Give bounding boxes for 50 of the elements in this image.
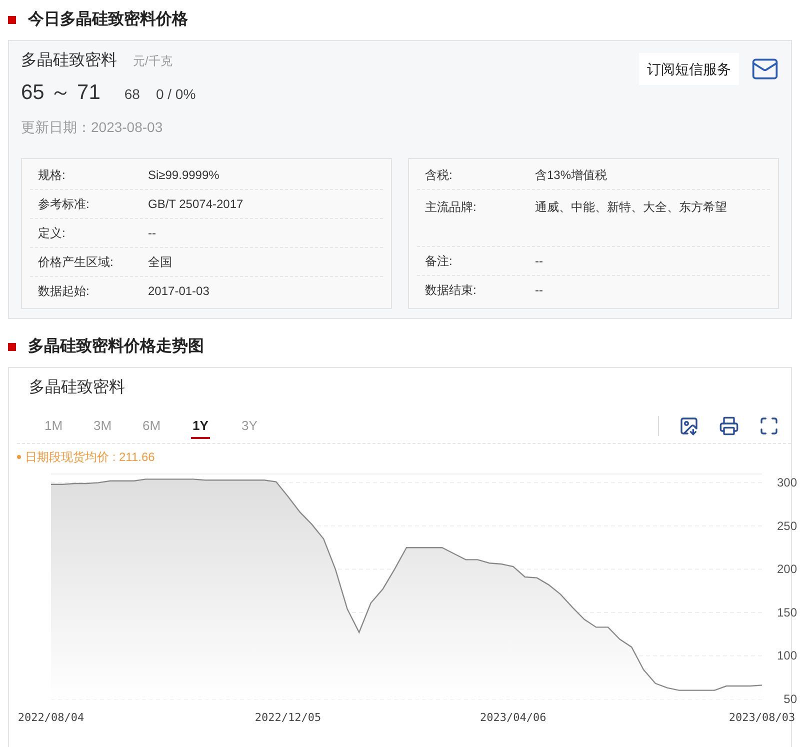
- x-tick-label: 2022/12/05: [254, 711, 322, 724]
- bullet-icon: [17, 455, 21, 459]
- update-date: 更新日期：2023-08-03: [21, 118, 164, 136]
- average-note: 日期段现货均价 : 211.66: [25, 449, 155, 466]
- range-tab[interactable]: 1M: [29, 410, 78, 442]
- range-tab[interactable]: 6M: [127, 410, 176, 442]
- product-name: 多晶硅致密料: [21, 50, 117, 71]
- price-change: 0 / 0%: [156, 85, 196, 104]
- subscribe-button[interactable]: 订阅短信服务: [639, 53, 739, 85]
- average-price: 68: [124, 85, 140, 104]
- print-icon[interactable]: [719, 416, 739, 436]
- range-tab[interactable]: 1Y: [176, 410, 225, 442]
- y-tick-label: 200: [776, 562, 797, 576]
- price-range: 65 ～ 71: [21, 80, 100, 106]
- spec-value: Si≥99.9999%: [148, 166, 220, 184]
- spec-value: 含13%增值税: [535, 166, 608, 184]
- fullscreen-icon[interactable]: [759, 416, 779, 436]
- y-tick-label: 250: [776, 518, 797, 533]
- spec-value: --: [535, 282, 543, 299]
- spec-label: 价格产生区域:: [38, 254, 114, 270]
- chart-title: 多晶硅致密料: [29, 379, 125, 396]
- spec-label: 备注:: [425, 252, 454, 270]
- section-heading: 今日多晶硅致密料价格: [28, 9, 188, 30]
- spec-value: GB/T 25074-2017: [148, 196, 244, 212]
- x-tick-label: 2023/08/03: [728, 711, 796, 724]
- spec-value: 全国: [148, 254, 172, 270]
- x-tick-label: 2023/04/06: [480, 711, 546, 724]
- y-tick-label: 300: [776, 476, 797, 490]
- download-image-icon[interactable]: [679, 416, 699, 436]
- range-tab[interactable]: 3Y: [225, 410, 274, 442]
- heading-marker: [8, 343, 16, 351]
- spec-label: 数据起始:: [38, 283, 90, 300]
- spec-value: 2017-01-03: [148, 283, 210, 300]
- y-tick-label: 150: [776, 605, 797, 620]
- spec-label: 含税:: [425, 166, 454, 184]
- spec-value: --: [148, 224, 156, 242]
- spec-value: 通威、中能、新特、大全、东方希望: [535, 198, 727, 216]
- spec-value: --: [535, 252, 543, 270]
- spec-label: 规格:: [38, 166, 66, 184]
- spec-label: 定义:: [38, 224, 66, 242]
- heading-marker: [8, 16, 16, 24]
- spec-label: 主流品牌:: [425, 198, 478, 216]
- spec-label: 数据结束:: [425, 282, 478, 299]
- section-heading: 多晶硅致密料价格走势图: [28, 336, 204, 357]
- y-tick-label: 50: [784, 692, 797, 706]
- x-tick-label: 2022/08/04: [18, 711, 84, 724]
- unit-label: 元/千克: [133, 53, 172, 70]
- y-tick-label: 100: [776, 648, 797, 663]
- spec-label: 参考标准:: [38, 196, 90, 212]
- range-tab[interactable]: 3M: [78, 410, 127, 442]
